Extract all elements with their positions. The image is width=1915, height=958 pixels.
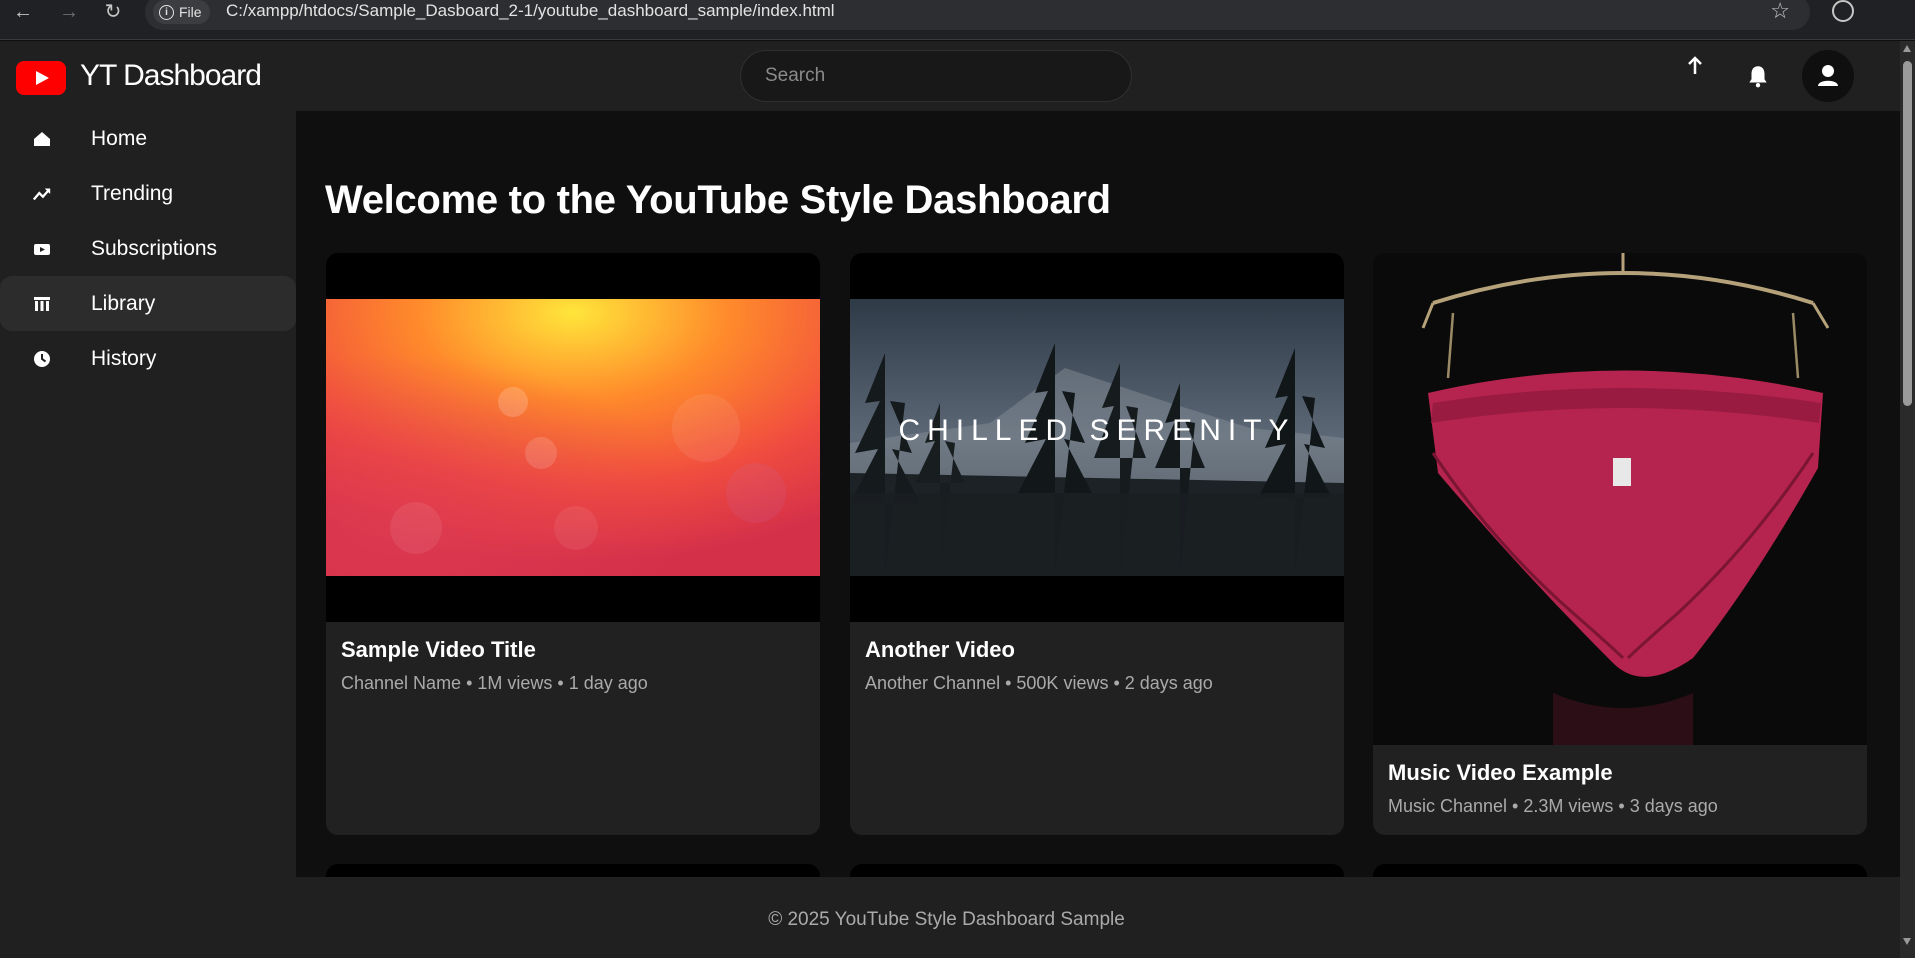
- user-icon: [1818, 65, 1838, 86]
- video-card[interactable]: CHILLED SERENITY Another Video Another C…: [850, 253, 1344, 835]
- reload-icon[interactable]: ↻: [99, 1, 127, 23]
- scroll-up-icon[interactable]: [1903, 45, 1911, 52]
- sidebar-item-trending[interactable]: Trending: [0, 166, 296, 221]
- profile-icon[interactable]: [1832, 0, 1854, 22]
- video-title[interactable]: Music Video Example: [1388, 760, 1613, 786]
- search-input[interactable]: [740, 50, 1132, 102]
- video-card[interactable]: Sample Video Title Channel Name • 1M vie…: [326, 253, 820, 835]
- app-title[interactable]: YT Dashboard: [80, 59, 262, 93]
- thumbnail-caption: CHILLED SERENITY: [898, 414, 1295, 447]
- home-icon: [32, 129, 52, 149]
- site-info-chip[interactable]: i File: [153, 0, 210, 24]
- video-thumbnail[interactable]: [326, 253, 820, 622]
- video-card[interactable]: [326, 864, 820, 877]
- scroll-down-icon[interactable]: [1903, 938, 1911, 945]
- sidebar-item-label: Trending: [91, 181, 174, 205]
- info-icon: i: [159, 4, 174, 20]
- sidebar-item-home[interactable]: Home: [0, 111, 296, 166]
- sidebar-item-library[interactable]: Library: [0, 276, 296, 331]
- forward-icon[interactable]: →: [55, 1, 83, 23]
- url-text[interactable]: C:/xampp/htdocs/Sample_Dasboard_2-1/yout…: [226, 1, 835, 21]
- bell-icon[interactable]: [1744, 63, 1772, 89]
- page-title: Welcome to the YouTube Style Dashboard: [325, 178, 1111, 222]
- app-header: YT Dashboard: [0, 41, 1900, 111]
- scrollbar[interactable]: [1900, 41, 1915, 958]
- video-thumbnail[interactable]: CHILLED SERENITY: [850, 253, 1344, 622]
- trending-icon: [32, 184, 52, 204]
- avatar-button[interactable]: [1802, 50, 1854, 102]
- sidebar: Home Trending Subscriptions Library Hist…: [0, 111, 296, 877]
- sidebar-item-label: Subscriptions: [91, 236, 218, 260]
- video-title[interactable]: Sample Video Title: [341, 637, 536, 663]
- sidebar-item-label: Home: [91, 126, 148, 150]
- sidebar-item-label: History: [91, 346, 157, 370]
- subscriptions-icon: [32, 239, 52, 259]
- video-meta: Music Channel • 2.3M views • 3 days ago: [1388, 796, 1718, 816]
- forest-mountain-image: CHILLED SERENITY: [850, 299, 1344, 576]
- video-thumbnail[interactable]: [1373, 253, 1867, 745]
- main-content: Welcome to the YouTube Style Dashboard S…: [298, 111, 1900, 877]
- footer-text: © 2025 YouTube Style Dashboard Sample: [768, 909, 1125, 930]
- youtube-logo-icon[interactable]: [16, 61, 66, 95]
- history-icon: [32, 349, 52, 369]
- scrollbar-thumb[interactable]: [1903, 61, 1912, 406]
- video-card[interactable]: Music Video Example Music Channel • 2.3M…: [1373, 253, 1867, 835]
- video-card[interactable]: [850, 864, 1344, 877]
- sidebar-item-history[interactable]: History: [0, 331, 296, 386]
- orange-bokeh-image: [326, 299, 820, 576]
- address-bar[interactable]: i File C:/xampp/htdocs/Sample_Dasboard_2…: [145, 0, 1810, 30]
- video-meta: Channel Name • 1M views • 1 day ago: [341, 673, 648, 693]
- video-meta: Another Channel • 500K views • 2 days ag…: [865, 673, 1213, 693]
- file-chip-label: File: [179, 4, 202, 20]
- play-icon: [36, 71, 49, 85]
- sidebar-item-label: Library: [91, 291, 156, 315]
- video-title[interactable]: Another Video: [865, 637, 1015, 663]
- star-icon[interactable]: ☆: [1770, 0, 1790, 24]
- video-card[interactable]: [1373, 864, 1867, 877]
- library-icon: [32, 294, 52, 314]
- browser-toolbar: ← → ↻ i File C:/xampp/htdocs/Sample_Dasb…: [0, 0, 1915, 40]
- upload-icon[interactable]: [1685, 56, 1705, 78]
- footer: © 2025 YouTube Style Dashboard Sample: [0, 877, 1900, 958]
- pink-garment-on-hanger-image: [1373, 253, 1867, 745]
- sidebar-item-subscriptions[interactable]: Subscriptions: [0, 221, 296, 276]
- back-icon[interactable]: ←: [9, 1, 37, 23]
